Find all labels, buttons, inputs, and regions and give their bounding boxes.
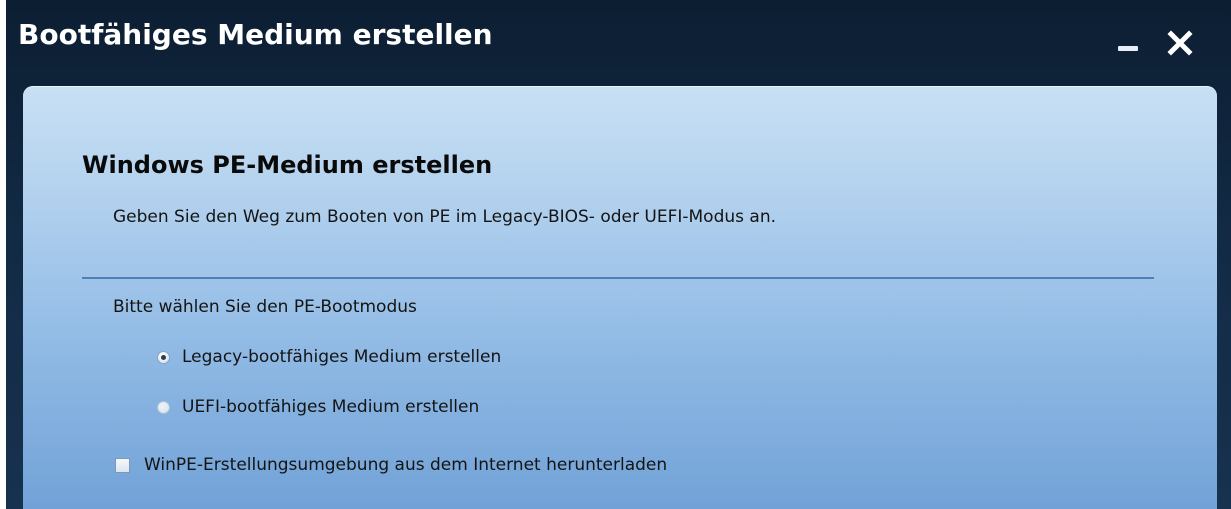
radio-uefi-label: UEFI-bootfähiges Medium erstellen	[182, 397, 480, 417]
download-winpe-option[interactable]: WinPE-Erstellungsumgebung aus dem Intern…	[115, 453, 667, 477]
radio-uefi-option[interactable]: UEFI-bootfähiges Medium erstellen	[157, 395, 479, 419]
content-panel: Windows PE-Medium erstellen Geben Sie de…	[23, 86, 1217, 509]
radio-legacy[interactable]	[157, 350, 170, 364]
dialog-window: Bootfähiges Medium erstellen Windows PE-…	[6, 0, 1231, 509]
radio-legacy-option[interactable]: Legacy-bootfähiges Medium erstellen	[157, 345, 501, 369]
download-winpe-label: WinPE-Erstellungsumgebung aus dem Intern…	[144, 455, 668, 475]
close-icon	[1167, 30, 1193, 56]
window-title: Bootfähiges Medium erstellen	[18, 18, 493, 51]
radio-uefi[interactable]	[157, 400, 170, 414]
description-text: Geben Sie den Weg zum Booten von PE im L…	[113, 207, 776, 227]
page-heading: Windows PE-Medium erstellen	[82, 151, 493, 179]
title-bar: Bootfähiges Medium erstellen	[6, 0, 1231, 82]
close-button[interactable]	[1163, 22, 1199, 62]
radio-legacy-label: Legacy-bootfähiges Medium erstellen	[182, 347, 502, 367]
boot-mode-label: Bitte wählen Sie den PE-Bootmodus	[113, 297, 417, 317]
download-winpe-checkbox[interactable]	[115, 457, 130, 473]
minimize-icon	[1118, 46, 1138, 51]
minimize-button[interactable]	[1114, 22, 1150, 62]
divider	[82, 277, 1154, 279]
